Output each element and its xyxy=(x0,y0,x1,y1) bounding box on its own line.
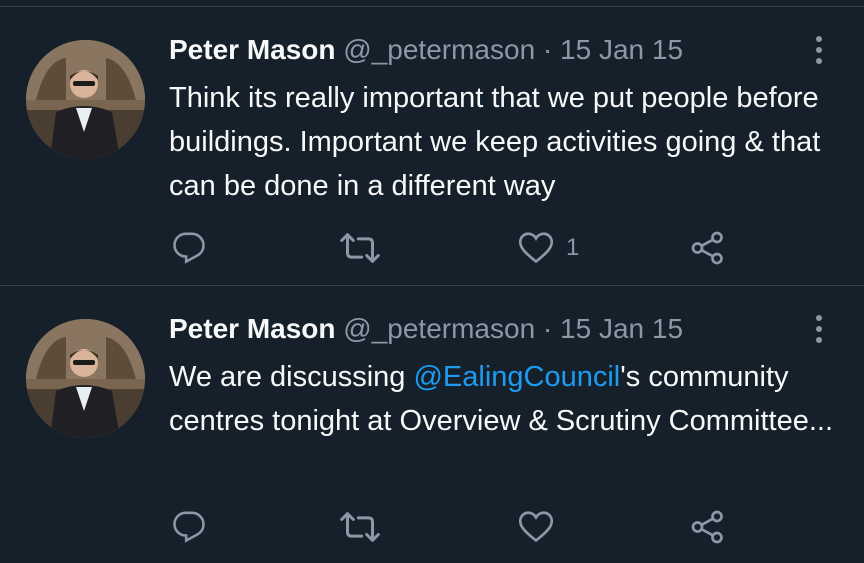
author-handle[interactable]: @_petermason xyxy=(343,34,535,65)
mention-link[interactable]: @EalingCouncil xyxy=(413,361,620,393)
reply-icon xyxy=(172,510,206,544)
reply-button[interactable] xyxy=(172,505,206,549)
retweet-icon xyxy=(340,510,380,544)
tweet-actions: 1 xyxy=(0,226,864,270)
author-handle[interactable]: @_petermason xyxy=(343,313,535,344)
tweet-header: Peter Mason @_petermason · 15 Jan 15 xyxy=(169,313,683,345)
heart-icon xyxy=(518,231,554,265)
avatar[interactable] xyxy=(26,40,145,159)
reply-icon xyxy=(172,231,206,265)
author-name[interactable]: Peter Mason xyxy=(169,34,336,65)
tweet-header: Peter Mason @_petermason · 15 Jan 15 xyxy=(169,34,683,66)
tweet-text: We are discussing @EalingCouncil's commu… xyxy=(169,355,849,443)
tweet-date[interactable]: 15 Jan 15 xyxy=(560,34,683,65)
share-button[interactable] xyxy=(690,226,726,270)
separator-dot: · xyxy=(542,34,553,65)
like-button[interactable] xyxy=(518,505,566,549)
avatar[interactable] xyxy=(26,319,145,438)
tweet-text-before: We are discussing xyxy=(169,361,414,393)
tweet[interactable]: Peter Mason @_petermason · 15 Jan 15 Thi… xyxy=(0,6,864,284)
separator-dot: · xyxy=(542,313,553,344)
author-name[interactable]: Peter Mason xyxy=(169,313,336,344)
share-icon xyxy=(690,230,726,266)
retweet-button[interactable] xyxy=(340,505,380,549)
like-button[interactable]: 1 xyxy=(518,226,579,270)
tweet-text: Think its really important that we put p… xyxy=(169,82,821,202)
retweet-icon xyxy=(340,231,380,265)
share-button[interactable] xyxy=(690,505,726,549)
retweet-button[interactable] xyxy=(340,226,380,270)
more-options-icon[interactable] xyxy=(804,311,834,347)
share-icon xyxy=(690,509,726,545)
like-count: 1 xyxy=(566,234,580,261)
tweet-actions xyxy=(0,505,864,549)
tweet[interactable]: Peter Mason @_petermason · 15 Jan 15 We … xyxy=(0,285,864,563)
reply-button[interactable] xyxy=(172,226,206,270)
heart-icon xyxy=(518,510,554,544)
tweet-date[interactable]: 15 Jan 15 xyxy=(560,313,683,344)
more-options-icon[interactable] xyxy=(804,32,834,68)
